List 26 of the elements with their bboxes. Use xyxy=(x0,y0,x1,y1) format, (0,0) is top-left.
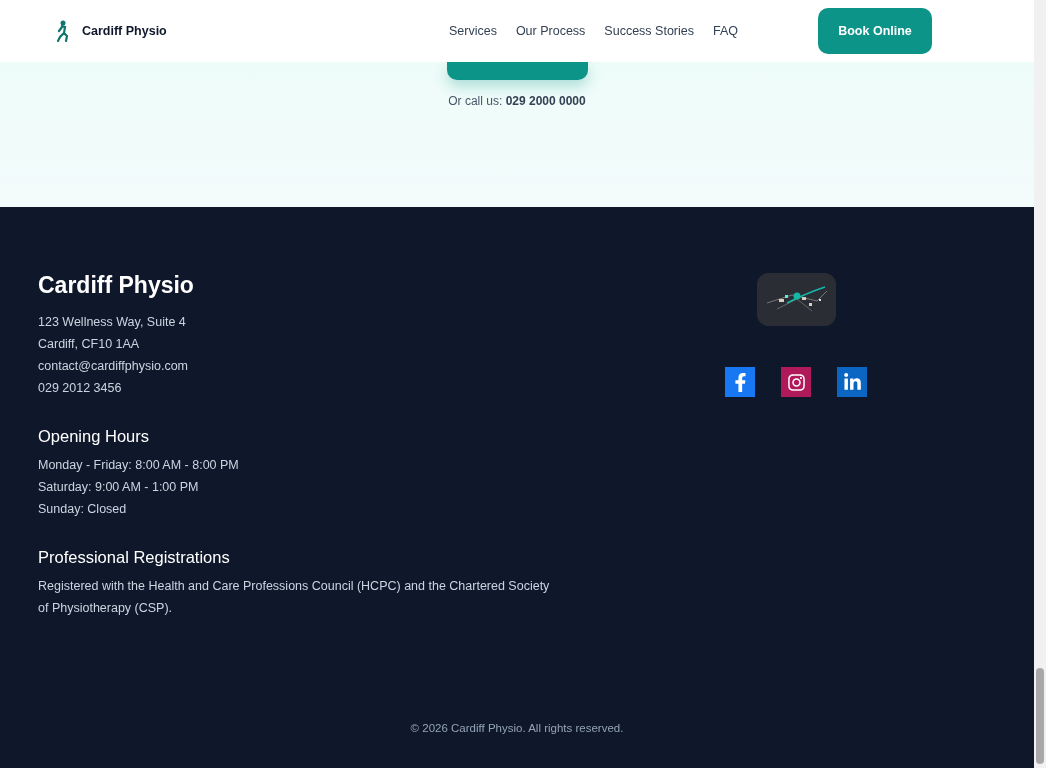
section-heading: Professional Registrations xyxy=(38,548,231,567)
contact-line: contact@cardiffphysio.com xyxy=(38,358,190,375)
call-us-text: Or call us: 029 2000 0000 xyxy=(448,94,586,108)
hours-line: Sunday: Closed xyxy=(38,501,128,518)
footer-brand: Cardiff Physio xyxy=(38,272,195,299)
contact-line: Cardiff, CF10 1AA xyxy=(38,336,141,353)
nav-link[interactable]: Services xyxy=(448,24,497,38)
walking-person-icon xyxy=(56,20,70,42)
book-now-button[interactable] xyxy=(446,62,588,80)
section-heading: Opening Hours xyxy=(38,427,150,446)
nav-link[interactable]: Our Process xyxy=(515,24,586,38)
brand-name: Cardiff Physio xyxy=(82,24,167,38)
copyright-text: © 2026 Cardiff Physio. All rights reserved. xyxy=(410,722,624,734)
nav-link[interactable]: Success Stories xyxy=(604,24,694,38)
linkedin-icon[interactable] xyxy=(837,367,867,397)
instagram-icon[interactable] xyxy=(781,367,811,397)
book-online-button[interactable]: Book Online xyxy=(818,8,932,54)
scrollbar[interactable] xyxy=(1034,0,1046,768)
hours-line: Monday - Friday: 8:00 AM - 8:00 PM xyxy=(38,457,240,474)
contact-line: 123 Wellness Way, Suite 4 xyxy=(38,314,187,331)
scrollbar-thumb[interactable] xyxy=(1036,668,1044,764)
registrations-text: Registered with the Health and Care Professions Council (HCPC) and the Chartered Society of Physiotherapy (CSP). xyxy=(38,578,551,617)
hours-line: Saturday: 9:00 AM - 1:00 PM xyxy=(38,479,200,496)
contact-line: 029 2012 3456 xyxy=(38,380,123,397)
facebook-icon[interactable] xyxy=(725,367,755,397)
nav-link[interactable]: FAQ xyxy=(713,24,738,38)
